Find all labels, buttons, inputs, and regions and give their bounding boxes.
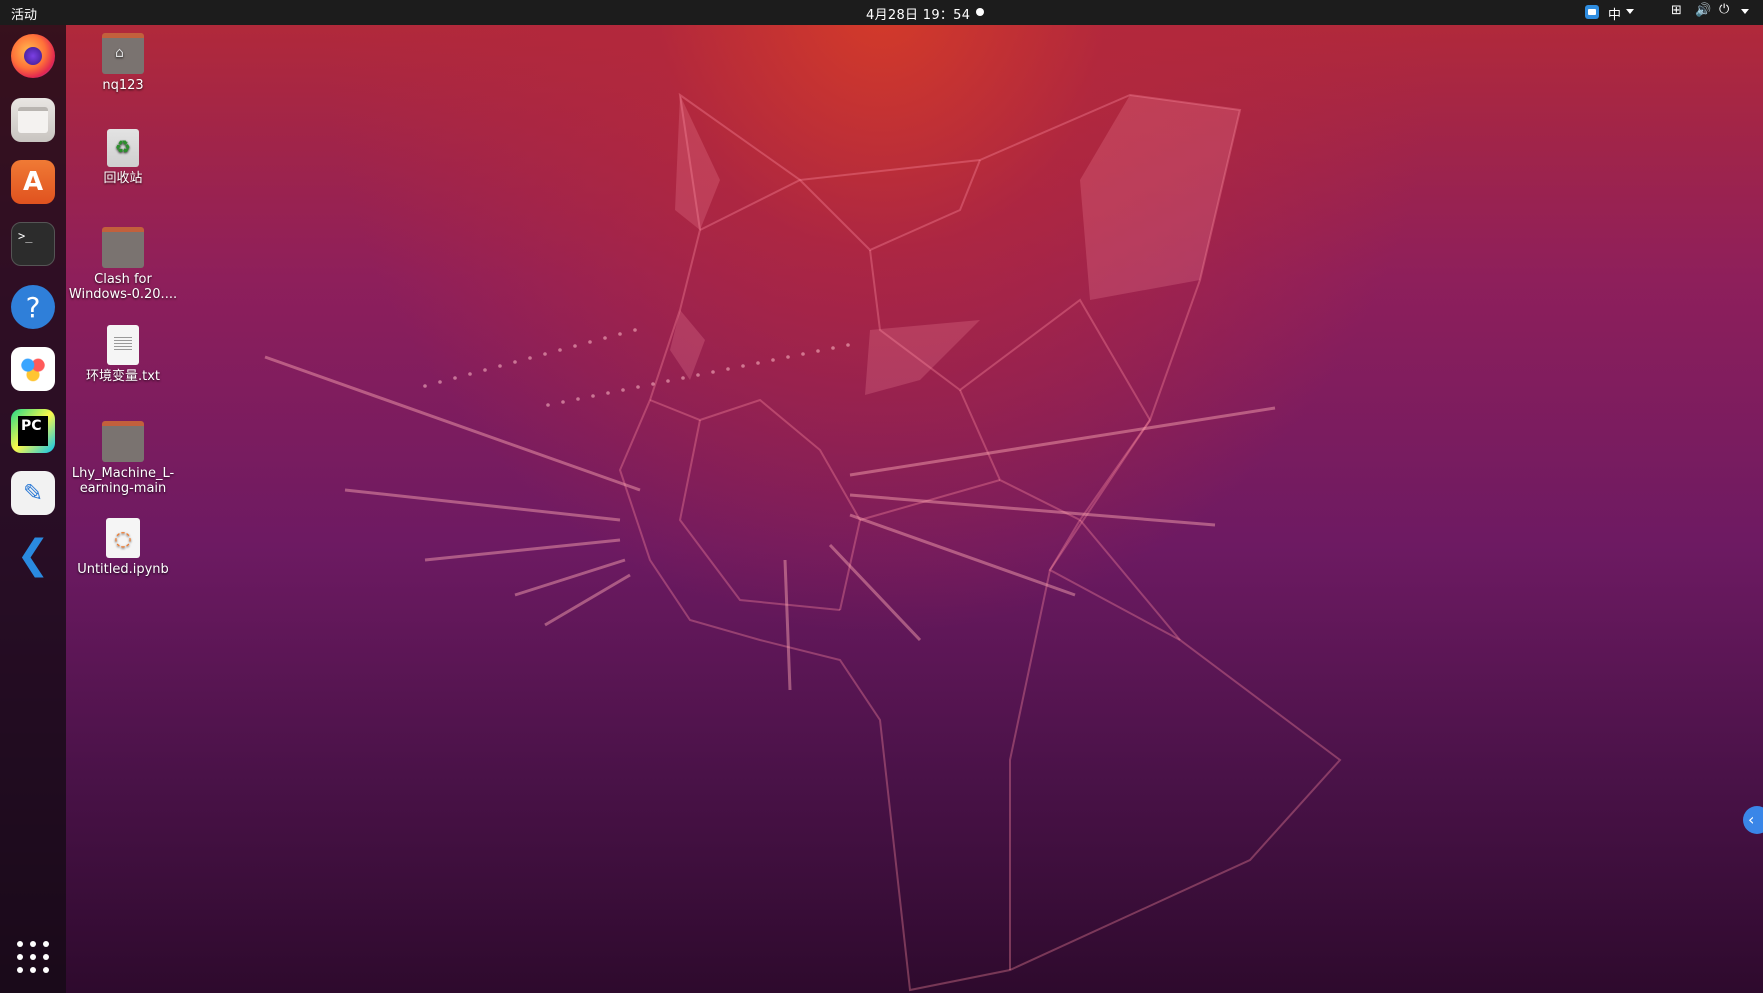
jupyter-notebook-icon: ◌: [106, 518, 140, 558]
pycharm-icon[interactable]: PC: [11, 409, 55, 453]
desktop-icon-label: Untitled.ipynb: [77, 562, 169, 577]
volume-icon[interactable]: 🔊: [1695, 3, 1711, 18]
side-panel-toggle-chevron-icon[interactable]: ‹: [1743, 806, 1763, 834]
terminal-glyph: >_: [18, 229, 33, 243]
help-icon[interactable]: ?: [11, 285, 55, 329]
system-menu-dropdown-icon[interactable]: [1741, 9, 1749, 14]
software-center-glyph: A: [22, 167, 44, 197]
date-time-clock[interactable]: 4月28日 19：54: [866, 4, 970, 23]
home-folder-icon: ⌂: [102, 33, 144, 74]
desktop-icon-notebook[interactable]: ◌ Untitled.ipynb: [65, 518, 181, 577]
power-icon[interactable]: ⏻: [1719, 2, 1729, 17]
desktop-icon-label: 环境变量.txt: [85, 369, 161, 384]
desktop-icon-label: 回收站: [103, 171, 143, 186]
folder-icon: [102, 227, 144, 268]
input-method-dropdown-icon[interactable]: [1626, 9, 1634, 14]
input-method-indicator[interactable]: 中: [1608, 4, 1621, 23]
desktop-icon-env-txt[interactable]: 环境变量.txt: [65, 325, 181, 384]
files-icon[interactable]: [11, 98, 55, 142]
network-icon[interactable]: ⊞: [1671, 3, 1682, 18]
vscode-glyph: ❮: [16, 532, 50, 578]
text-editor-icon[interactable]: ✎: [11, 471, 55, 515]
desktop-icon-label: Lhy_Machine_L-earning-main: [71, 466, 175, 496]
pycharm-glyph: PC: [18, 416, 48, 446]
folder-icon: [102, 421, 144, 462]
text-editor-glyph: ✎: [22, 479, 44, 507]
text-file-icon: [107, 325, 139, 365]
help-glyph: ?: [25, 290, 41, 324]
vscode-icon[interactable]: ❮: [11, 532, 55, 578]
desktop-icon-home[interactable]: ⌂ nq123: [65, 33, 181, 93]
desktop-icon-clash-folder[interactable]: Clash for Windows-0.20....: [65, 227, 181, 302]
notification-dot: [976, 8, 984, 16]
terminal-icon[interactable]: >_: [11, 222, 55, 266]
app-grid-dots: [17, 941, 49, 973]
app-indicator-icon[interactable]: [1585, 5, 1599, 19]
desktop-wallpaper: [0, 0, 1763, 993]
desktop-icon-label: Clash for Windows-0.20....: [68, 272, 178, 302]
top-bar: 活动 4月28日 19：54 中 ⊞ 🔊 ⏻: [0, 0, 1763, 25]
baidu-netdisk-icon[interactable]: [11, 347, 55, 391]
app-grid-icon[interactable]: [17, 941, 49, 973]
desktop-icon-ml-folder[interactable]: Lhy_Machine_L-earning-main: [65, 421, 181, 496]
activities-button[interactable]: 活动: [11, 4, 37, 23]
desktop-icon-label: nq123: [102, 78, 144, 93]
dock: A >_ ? PC ✎ ❮: [0, 25, 66, 993]
software-center-icon[interactable]: A: [11, 160, 55, 204]
firefox-icon[interactable]: [11, 34, 55, 78]
desktop-icon-trash[interactable]: ♻ 回收站: [65, 129, 181, 186]
trash-icon: ♻: [107, 129, 139, 167]
